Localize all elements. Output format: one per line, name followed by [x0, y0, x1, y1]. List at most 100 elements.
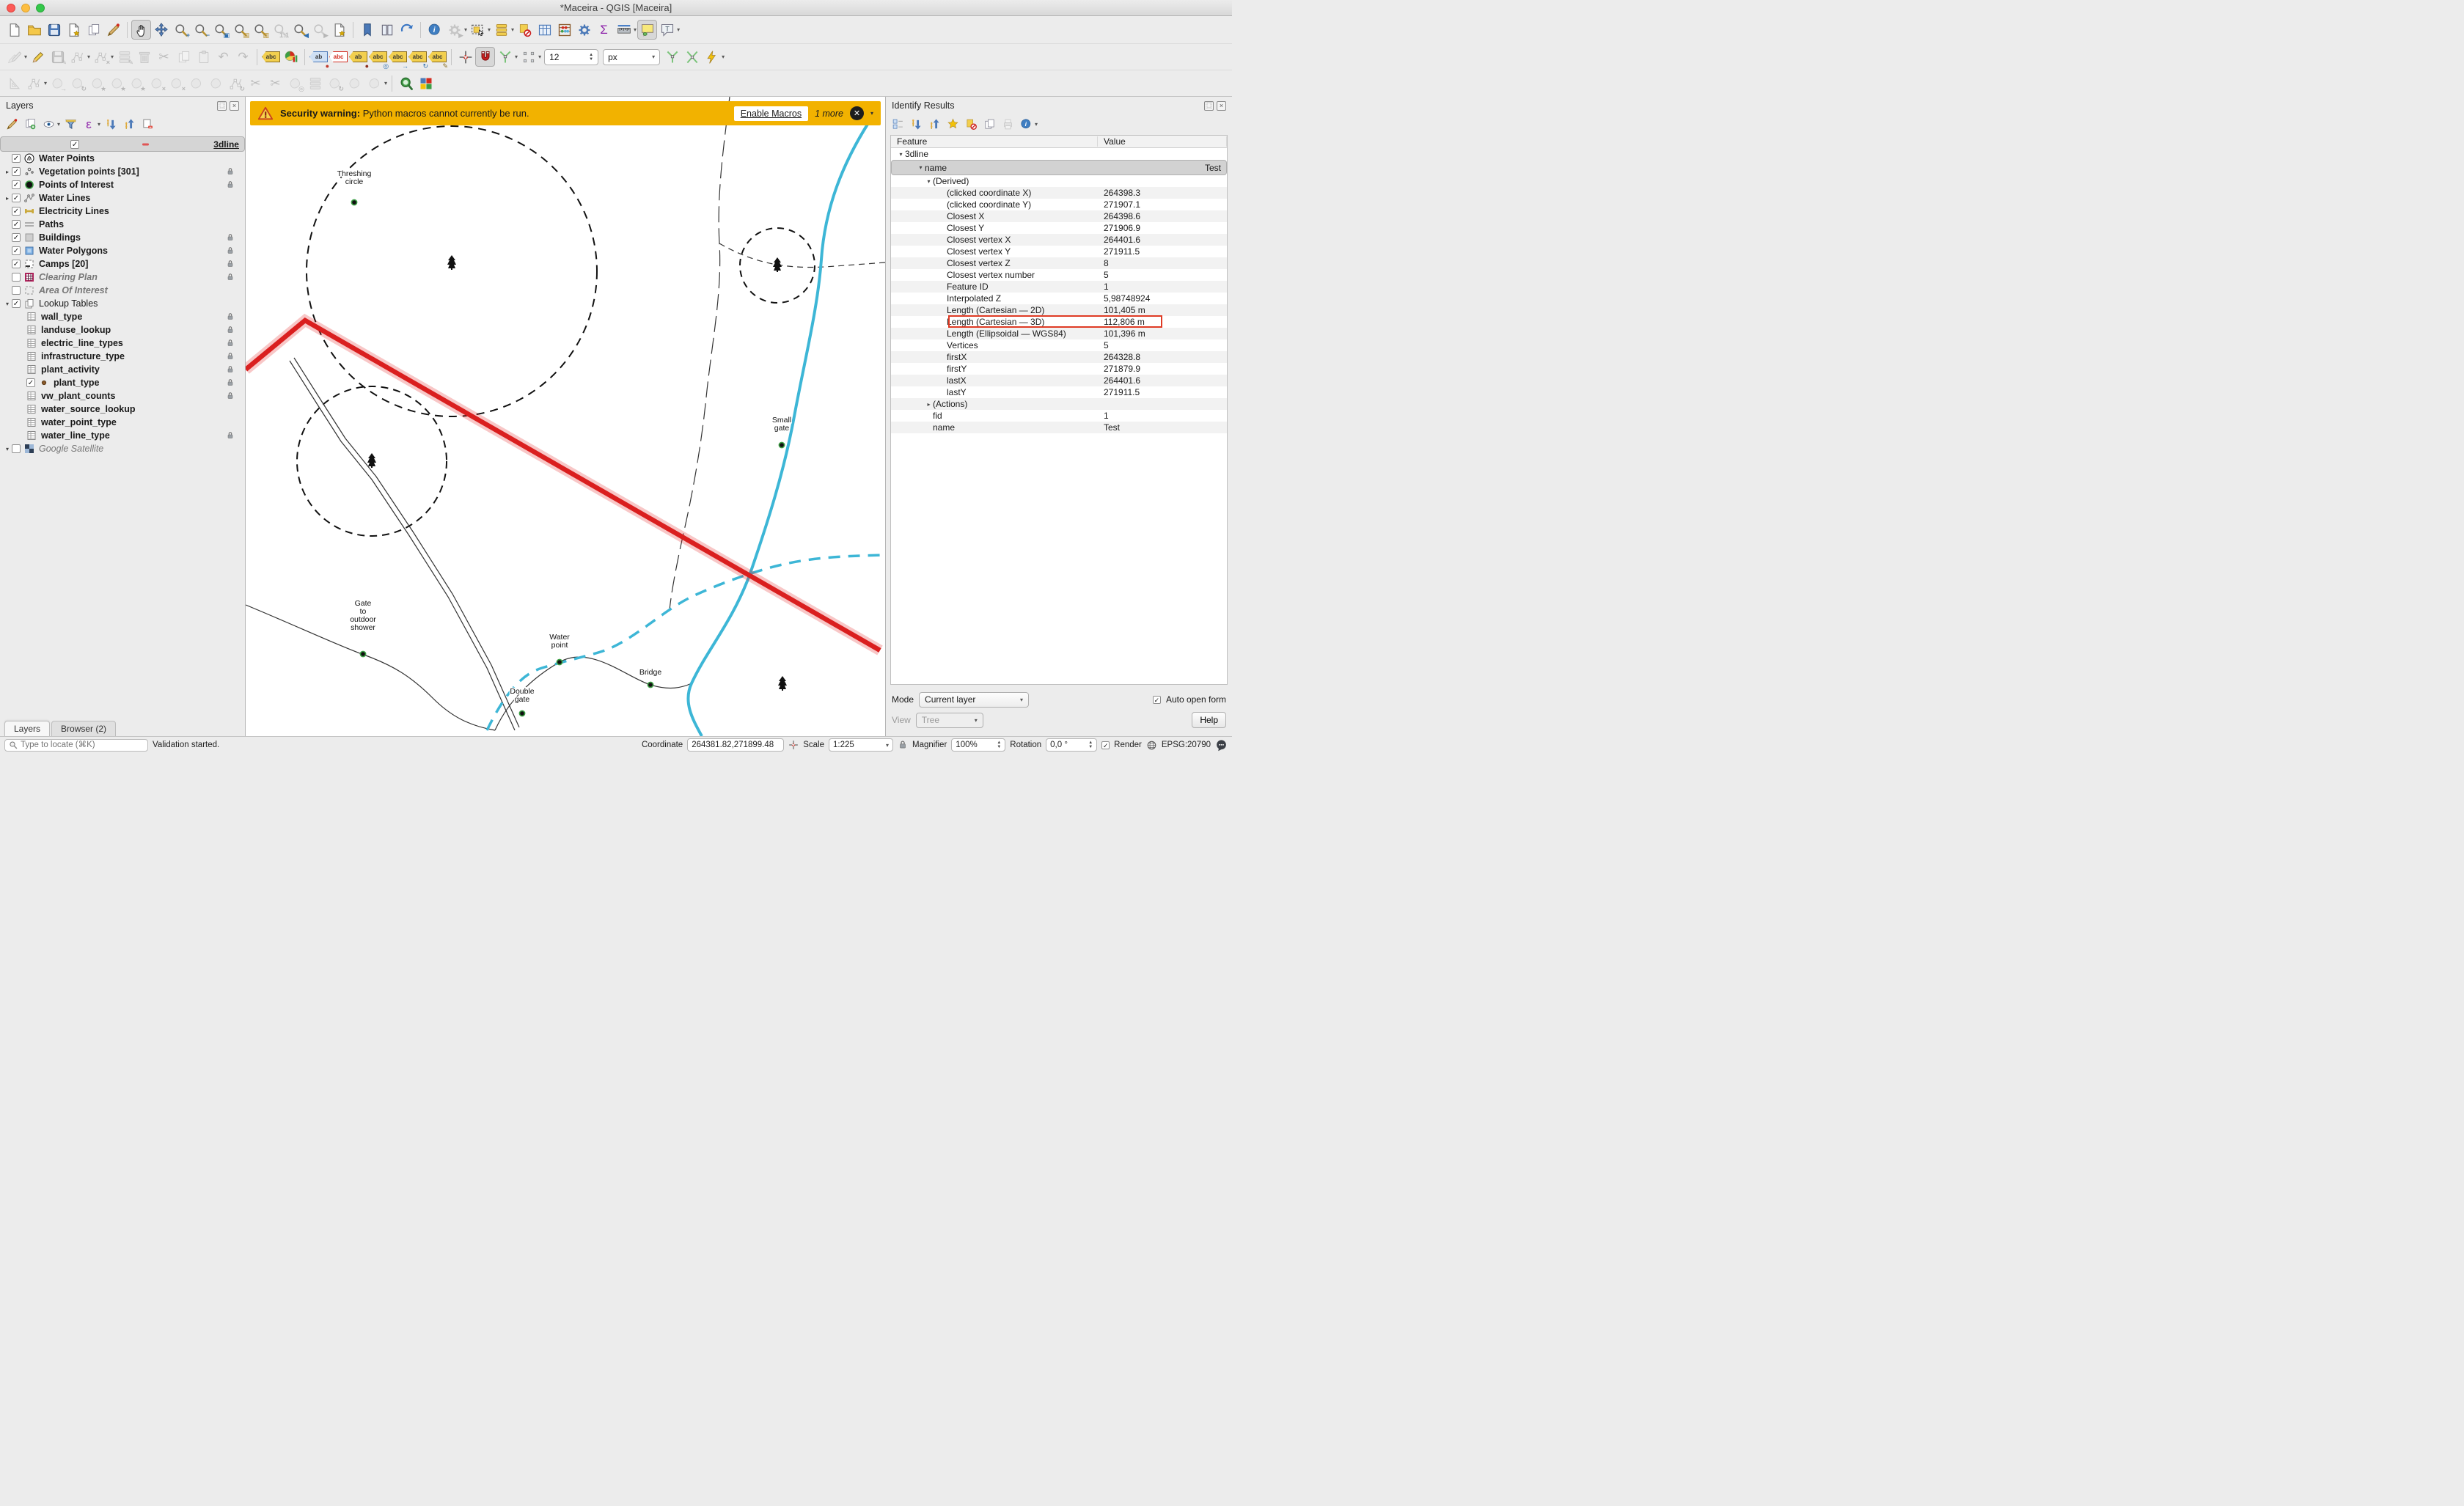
cad-tools-icon[interactable] — [4, 73, 24, 93]
snapping-tolerance[interactable]: 12▲▼ — [544, 49, 598, 65]
text-annotation-icon[interactable] — [657, 20, 677, 40]
identify-row-length-cartesian-3d-[interactable]: Length (Cartesian — 3D) 112,806 m — [891, 316, 1227, 328]
select-features-dropdown-icon[interactable]: ▾ — [488, 26, 491, 33]
zoom-last-icon[interactable]: ◀ — [290, 20, 309, 40]
column-header-feature[interactable]: Feature — [891, 136, 1098, 147]
layer-item-lookup-tables[interactable]: ▾✓Lookup Tables — [0, 297, 245, 310]
layer-diagram-options-icon[interactable] — [281, 47, 301, 67]
snapping-crosshair-icon[interactable] — [455, 47, 475, 67]
expand-new-results-icon[interactable] — [944, 115, 961, 133]
tolerance-units[interactable]: px▾ — [603, 49, 660, 65]
avoid-intersections-icon[interactable] — [682, 47, 702, 67]
modify-attributes-icon[interactable]: ✎ — [114, 47, 134, 67]
digitize-with-segment-icon[interactable] — [67, 47, 87, 67]
layer-item-points-of-interest[interactable]: ✓Points of Interest — [0, 178, 245, 191]
zoom-next-icon[interactable]: ▶ — [309, 20, 329, 40]
column-header-value[interactable]: Value — [1098, 136, 1227, 147]
banner-dropdown-icon[interactable]: ▾ — [870, 110, 873, 117]
banner-close-icon[interactable]: ✕ — [850, 106, 864, 120]
vertex-tool-dropdown-icon[interactable]: ▾ — [111, 54, 114, 60]
toggle-extents-icon[interactable] — [788, 740, 799, 750]
identify-mode-icon[interactable] — [1017, 115, 1035, 133]
new-print-layout-icon[interactable] — [64, 20, 84, 40]
identify-mode-dropdown-icon[interactable]: ▾ — [1035, 121, 1038, 128]
remove-layer-icon[interactable] — [139, 115, 156, 133]
measure-dropdown-icon[interactable]: ▾ — [634, 26, 637, 33]
refresh-map-icon[interactable] — [397, 20, 417, 40]
identify-row-vertices[interactable]: Vertices 5 — [891, 339, 1227, 351]
close-panel-icon[interactable]: × — [1217, 101, 1226, 111]
run-feature-action-icon[interactable]: ▶ — [444, 20, 464, 40]
print-response-icon[interactable] — [999, 115, 1016, 133]
expander-icon[interactable]: ▸ — [3, 169, 12, 175]
simplify-feature-icon[interactable]: ★ — [87, 73, 107, 93]
filter-by-expression-dropdown-icon[interactable]: ▾ — [98, 121, 100, 128]
layer-visibility-checkbox[interactable]: ✓ — [12, 180, 21, 189]
messages-icon[interactable] — [1215, 739, 1228, 752]
layer-item-paths[interactable]: ✓Paths — [0, 218, 245, 231]
banner-more-link[interactable]: 1 more — [815, 109, 843, 119]
new-map-view-icon[interactable] — [329, 20, 349, 40]
layer-item-area-of-interest[interactable]: Area Of Interest — [0, 284, 245, 297]
identify-row-firstx[interactable]: firstX 264328.8 — [891, 351, 1227, 363]
map-canvas[interactable]: Security warning: Python macros cannot c… — [246, 97, 885, 736]
identify-row-closest-x[interactable]: Closest X 264398.6 — [891, 210, 1227, 222]
statistical-summary-icon[interactable]: Σ — [594, 20, 614, 40]
digitize-with-segment-dropdown-icon[interactable]: ▾ — [87, 54, 90, 60]
style-manager-icon[interactable] — [103, 20, 123, 40]
layer-item-vw-plant-counts[interactable]: vw_plant_counts — [0, 389, 245, 403]
current-edits-icon[interactable] — [4, 47, 24, 67]
layer-item-buildings[interactable]: ✓Buildings — [0, 231, 245, 244]
identify-row--derived-[interactable]: ▾ (Derived) — [891, 175, 1227, 187]
layer-item-infrastructure-type[interactable]: infrastructure_type — [0, 350, 245, 363]
layer-item-wall-type[interactable]: wall_type — [0, 310, 245, 323]
offset-point-symbol-icon[interactable] — [345, 73, 364, 93]
circular-string-dropdown-icon[interactable]: ▾ — [44, 80, 47, 87]
toggle-editing-icon[interactable] — [28, 47, 48, 67]
current-edits-dropdown-icon[interactable]: ▾ — [24, 54, 27, 60]
offset-curve-icon[interactable]: ↻ — [226, 73, 246, 93]
mode-select[interactable]: Current layer▾ — [919, 692, 1029, 708]
layer-item-water-points[interactable]: ✓Water Points — [0, 152, 245, 165]
change-label-icon[interactable]: abc✎ — [428, 47, 447, 67]
map-tips-icon[interactable] — [637, 20, 657, 40]
layer-visibility-checkbox[interactable]: ✓ — [12, 233, 21, 242]
open-form-view-icon[interactable] — [889, 115, 906, 133]
tab-layers[interactable]: Layers — [4, 721, 50, 736]
select-features-icon[interactable] — [468, 20, 488, 40]
layer-visibility-checkbox[interactable]: ✓ — [12, 220, 21, 229]
layer-item-google-satellite[interactable]: ▾Google Satellite — [0, 442, 245, 455]
layer-item-water-line-type[interactable]: water_line_type — [0, 429, 245, 442]
view-select[interactable]: Tree▾ — [916, 713, 983, 728]
trim-extend-icon[interactable] — [364, 73, 384, 93]
layer-visibility-checkbox[interactable] — [12, 444, 21, 453]
layer-item-plant-type[interactable]: ✓plant_type — [0, 376, 245, 389]
split-parts-icon[interactable]: ✂ — [265, 73, 285, 93]
layer-item-water-point-type[interactable]: water_point_type — [0, 416, 245, 429]
add-ring-icon[interactable]: ★ — [107, 73, 127, 93]
move-feature-icon[interactable]: → — [48, 73, 67, 93]
show-spatial-bookmarks-icon[interactable] — [377, 20, 397, 40]
osm-place-search-icon[interactable] — [396, 73, 416, 93]
tab-browser-2-[interactable]: Browser (2) — [51, 721, 116, 736]
snap-to-vertex-dropdown-icon[interactable]: ▾ — [515, 54, 518, 60]
identify-row-length-ellipsoidal-wgs84-[interactable]: Length (Ellipsoidal — WGS84) 101,396 m — [891, 328, 1227, 339]
project-save-icon[interactable] — [44, 20, 64, 40]
identify-row-feature-id[interactable]: Feature ID 1 — [891, 281, 1227, 293]
circular-string-icon[interactable] — [24, 73, 44, 93]
delete-ring-icon[interactable]: × — [166, 73, 186, 93]
move-label-icon[interactable]: abc→ — [388, 47, 408, 67]
cut-features-icon[interactable]: ✂ — [154, 47, 174, 67]
zoom-native-icon[interactable]: 1:1 — [270, 20, 290, 40]
auto-open-form-checkbox[interactable]: ✓ — [1153, 696, 1161, 704]
collapse-all-icon[interactable] — [120, 115, 138, 133]
layer-item-vegetation-points-301-[interactable]: ▸✓Vegetation points [301] — [0, 165, 245, 178]
manage-map-themes-icon[interactable] — [40, 115, 57, 133]
run-feature-action-dropdown-icon[interactable]: ▾ — [464, 26, 467, 33]
layer-item-water-lines[interactable]: ▸✓Water Lines — [0, 191, 245, 205]
expand-tree-icon[interactable] — [907, 115, 925, 133]
help-button[interactable]: Help — [1192, 712, 1226, 728]
highlight-pinned-labels-icon[interactable]: abc — [329, 47, 348, 67]
paste-features-icon[interactable] — [194, 47, 213, 67]
undo-icon[interactable]: ↶ — [213, 47, 233, 67]
